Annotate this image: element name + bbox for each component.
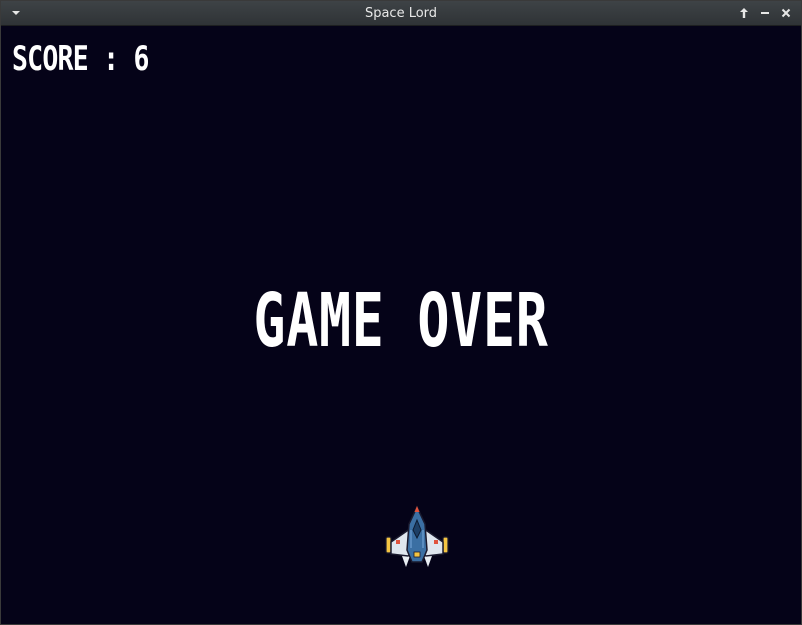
game-over-banner: GAME OVER — [1, 278, 801, 364]
title-bar[interactable]: Space Lord — [1, 1, 801, 26]
score-display: SCORE : 6 — [12, 39, 149, 79]
game-over-text: GAME OVER — [253, 278, 549, 364]
game-canvas[interactable]: SCORE : 6 GAME OVER — [1, 26, 801, 624]
close-icon[interactable] — [778, 5, 794, 21]
arrow-up-icon[interactable] — [736, 5, 752, 21]
minus-icon[interactable] — [757, 5, 773, 21]
player-ship-icon — [385, 505, 449, 567]
game-window: Space Lord SCORE : 6 GAME OVER — [0, 0, 802, 625]
window-title: Space Lord — [364, 6, 438, 21]
